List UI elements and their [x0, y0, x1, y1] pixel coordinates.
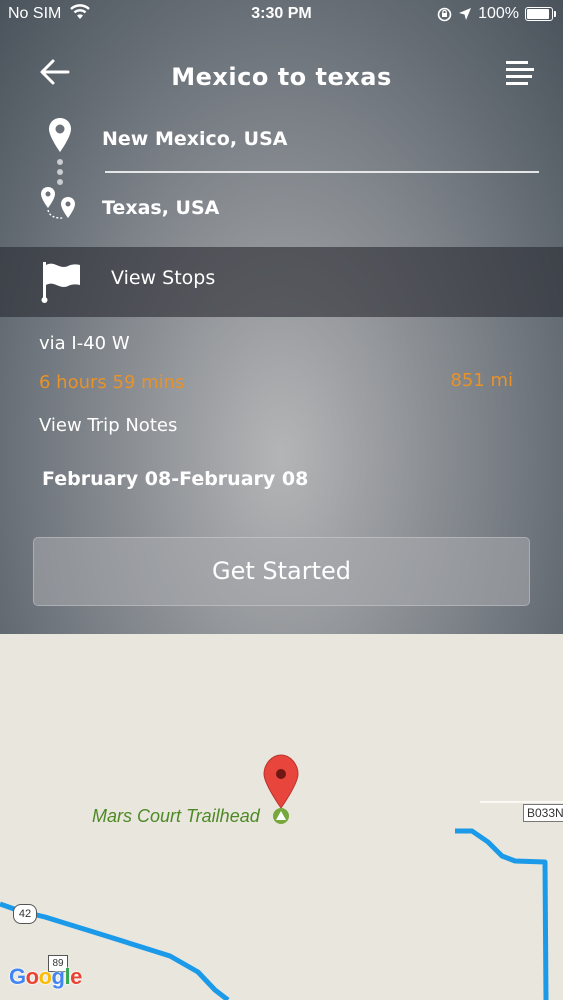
flag-icon: [41, 262, 80, 303]
get-started-button[interactable]: Get Started: [33, 537, 530, 606]
route-shield-42: 42: [13, 904, 37, 924]
view-stops-label[interactable]: View Stops: [111, 267, 215, 289]
view-stops-row[interactable]: [0, 247, 563, 317]
map-view[interactable]: Mars Court Trailhead B033N 42 89 Google: [0, 634, 563, 1000]
destination-field[interactable]: Texas, USA: [102, 197, 219, 219]
rotation-lock-icon: [437, 7, 452, 21]
battery-fill: [527, 9, 549, 19]
route-pins-icon: [41, 187, 75, 219]
map-pin-icon: [49, 118, 71, 152]
poi-label[interactable]: Mars Court Trailhead: [92, 806, 260, 827]
page-title: Mexico to texas: [171, 63, 392, 91]
route-dots-icon: [57, 159, 63, 185]
google-logo: Google: [9, 964, 82, 989]
road-label: B033N: [523, 804, 563, 822]
map-marker-icon: [263, 754, 299, 809]
menu-lines-icon[interactable]: [505, 60, 535, 86]
battery-percent: 100%: [478, 5, 519, 22]
trip-distance: 851 mi: [450, 370, 513, 391]
battery-icon: [525, 7, 556, 21]
route-via: via I-40 W: [39, 333, 130, 354]
map-roads: [0, 754, 563, 1000]
origin-field[interactable]: New Mexico, USA: [102, 128, 287, 150]
route-divider: [105, 171, 539, 173]
trailhead-icon: [273, 808, 289, 824]
route-line: [455, 828, 549, 1000]
view-trip-notes-link[interactable]: View Trip Notes: [39, 415, 177, 436]
trip-panel: No SIM 3:30 PM 100% Mexico to texas New …: [0, 0, 563, 634]
trip-dates: February 08-February 08: [42, 468, 309, 490]
trip-duration: 6 hours 59 mins: [39, 372, 185, 393]
location-arrow-icon: [459, 8, 472, 20]
status-bar: No SIM 3:30 PM 100%: [0, 0, 563, 30]
status-right: 100%: [437, 5, 556, 23]
